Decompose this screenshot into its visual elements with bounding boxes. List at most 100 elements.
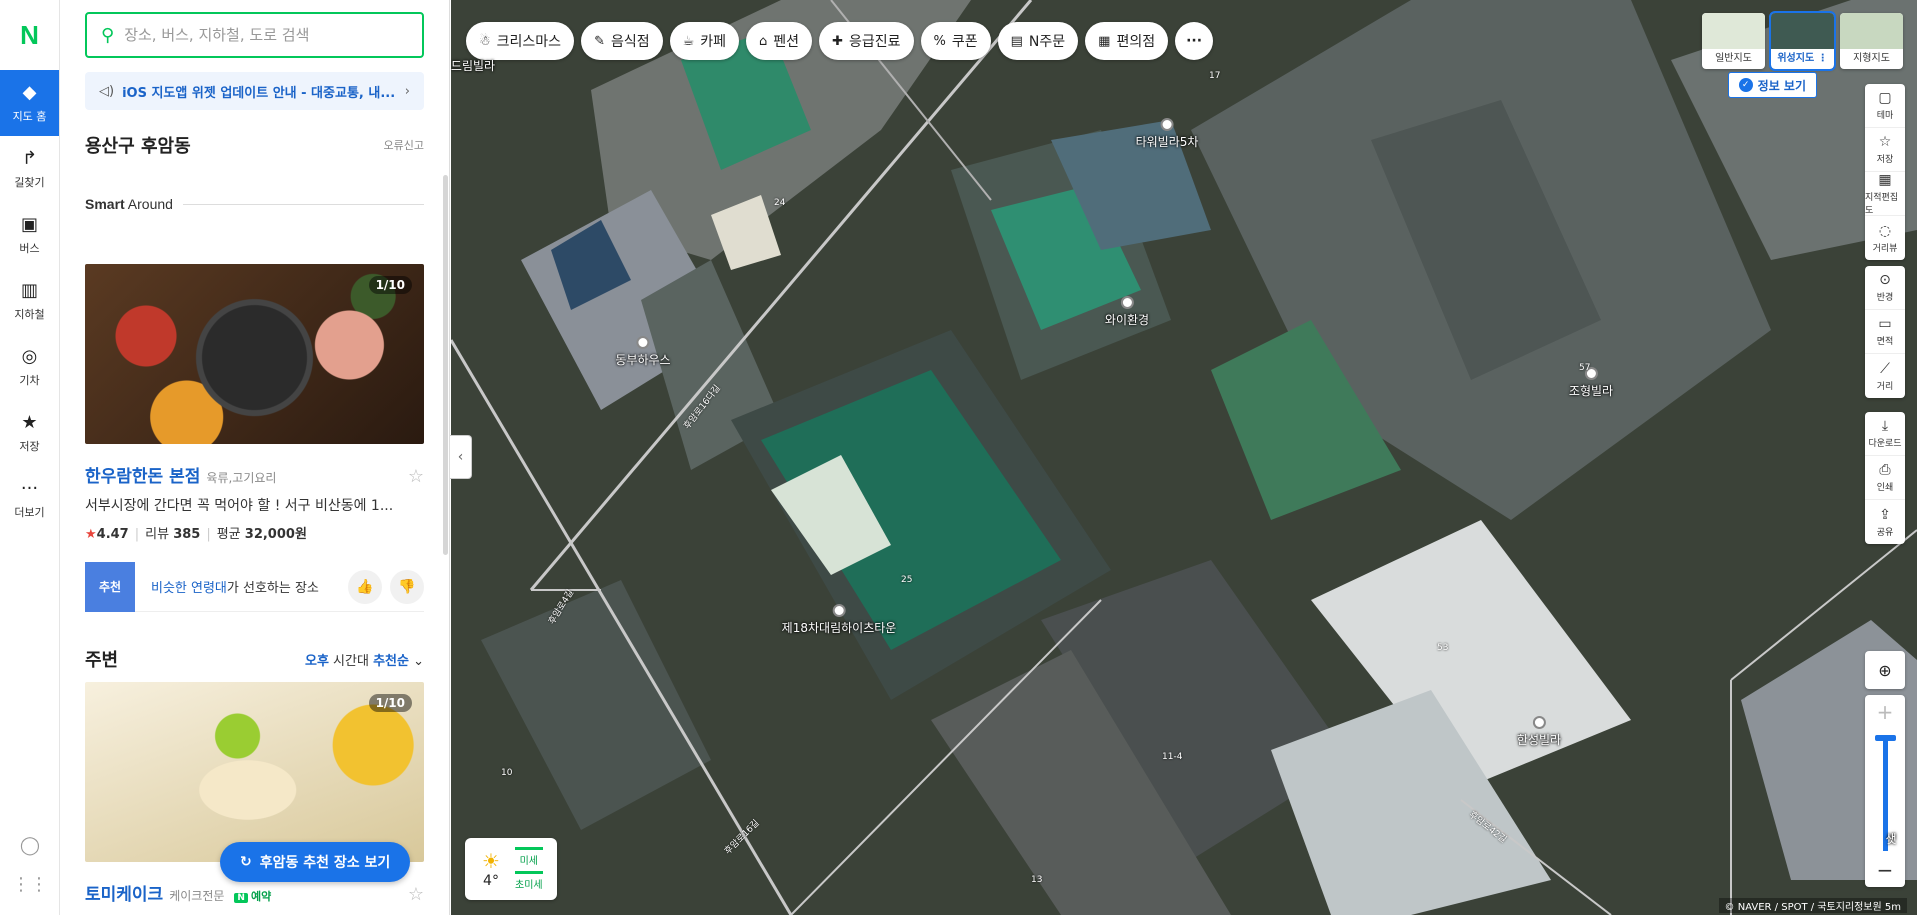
rail-item-map-home[interactable]: ◆ 지도 홈 [0,70,59,136]
map-type-terrain[interactable]: 지형지도 [1840,13,1903,69]
terrain-map-thumbnail [1840,13,1903,49]
notice-banner[interactable]: ◁) iOS 지도앱 위젯 업데이트 안내 - 대중교통, 내... › [85,72,424,110]
tool-radius[interactable]: ⊙ 반경 [1865,266,1905,310]
save-star-icon[interactable]: ☆ [408,884,424,905]
subway-icon: ▥ [20,279,38,301]
panel-scrollbar[interactable] [443,175,448,555]
thumbs-down-button[interactable]: 👎 [390,569,424,604]
place-name[interactable]: 토미케이크 [85,880,163,905]
zoom-in-button[interactable]: + [1865,695,1905,729]
show-info-toggle[interactable]: ✓ 정보 보기 [1727,72,1817,98]
building-pin-icon [1532,716,1546,729]
tool-label: 면적 [1876,337,1894,347]
map-place-label[interactable]: 동부하우스 [615,336,671,368]
chip-emergency[interactable]: ✚ 응급진료 [819,22,914,60]
place-description: 서부시장에 간다면 꼭 먹어야 할 ! 서구 비산동에 1... [85,498,394,514]
tool-share[interactable]: ⇪ 공유 [1865,500,1905,544]
search-box[interactable]: ⚲ [85,12,424,58]
rail-item-subway[interactable]: ▥ 지하철 [0,268,59,334]
chip-pension[interactable]: ⌂ 펜션 [746,22,813,60]
zoom-control: + − [1865,695,1905,887]
tool-theme[interactable]: ▢ 테마 [1865,84,1905,128]
map-type-normal[interactable]: 일반지도 [1702,13,1765,69]
map-place-label[interactable]: 타워빌라5차 [1136,118,1198,150]
chip-cafe[interactable]: ☕ 카페 [669,22,740,60]
chip-label: 크리스마스 [496,34,562,50]
tool-label: 반경 [1876,293,1894,303]
user-icon[interactable]: ◯ [20,835,40,856]
naver-logo[interactable]: N [0,0,59,70]
map-place-label[interactable]: 제18차대림하이츠타운 [782,604,896,636]
area-recommend-button[interactable]: ↻ 후암동 추천 장소 보기 [220,842,411,882]
rail-item-label: 저장 [19,439,40,453]
lot-number: 10 [501,768,513,778]
chip-christmas[interactable]: ☃ 크리스마스 [466,22,575,60]
tool-print[interactable]: ⎙ 인쇄 [1865,456,1905,500]
coupon-icon: % [933,33,946,49]
place-photo[interactable]: 1/10 [85,264,424,444]
report-error-link[interactable]: 오류신고 [384,137,424,153]
tool-label: 저장 [1876,155,1894,165]
map-place-label[interactable]: 샛 [1885,830,1896,847]
map-type-satellite[interactable]: 위성지도 ⋮ [1769,11,1836,71]
tool-distance[interactable]: ⟋ 거리 [1865,354,1905,398]
tool-label: 인쇄 [1876,483,1894,493]
time-text: 시간대 [328,653,374,669]
rating: 4.47 [96,527,129,542]
review-label: 리뷰 [145,527,170,542]
tool-cadastral[interactable]: ▦ 지적편집도 [1865,172,1905,216]
chip-coupon[interactable]: % 쿠폰 [920,22,991,60]
map-place-label[interactable]: 와이환경 [1105,296,1149,328]
satellite-map-thumbnail [1771,13,1834,49]
nearby-sort-dropdown[interactable]: 오후 시간대 추천순 ⌄ [305,650,424,669]
download-icon: ⤓ [1881,418,1889,434]
naver-booking-badge: N [234,893,248,903]
partly-cloudy-icon: ☀ [482,849,500,873]
chip-convenience[interactable]: ▦ 편의점 [1085,22,1169,60]
more-icon: ··· [20,477,39,499]
tool-save[interactable]: ☆ 저장 [1865,128,1905,172]
place-name[interactable]: 한우람한돈 본점 [85,462,200,487]
zoom-slider-handle[interactable] [1875,735,1896,741]
tool-area[interactable]: ▭ 면적 [1865,310,1905,354]
rail-item-directions[interactable]: ↱ 길찾기 [0,136,59,202]
smart-around-bold: Smart [85,196,125,212]
weather-widget[interactable]: ☀ 4° 미세 초미세 [465,838,557,900]
save-star-icon[interactable]: ☆ [408,466,424,487]
chip-more-button[interactable]: ··· [1175,22,1214,60]
map-place-name: 드림빌라 [451,59,496,73]
time-bold: 오후 [304,653,329,669]
rail-item-train[interactable]: ◎ 기차 [0,334,59,400]
area-icon: ▭ [1878,316,1892,332]
tool-label: 지적편집도 [1865,192,1899,216]
rail-item-bus[interactable]: ▣ 버스 [0,202,59,268]
map-place-label[interactable]: 조형빌라 [1569,367,1613,399]
pm10-label: 미세 [515,847,543,867]
map-place-label[interactable]: 한성빌라 [1517,716,1561,748]
thumbs-up-button[interactable]: 👍 [348,569,382,604]
tool-street-view[interactable]: ◌ 거리뷰 [1865,216,1905,260]
share-icon: ⇪ [1879,506,1891,523]
directions-icon: ↱ [21,147,38,169]
rail-item-more[interactable]: ··· 더보기 [0,466,59,532]
map-place-label[interactable]: 드림빌라 [451,57,495,74]
current-location-button[interactable]: ⊕ [1865,651,1905,689]
place-photo-2[interactable]: 1/10 [85,682,424,862]
place-title-row: 한우람한돈 본점 육류,고기요리 ☆ [85,462,424,487]
zoom-out-button[interactable]: − [1865,853,1905,887]
chip-label: 펜션 [773,34,800,50]
tool-download[interactable]: ⤓ 다운로드 [1865,412,1905,456]
map-type-label: 일반지도 [1715,53,1752,64]
search-input[interactable] [124,26,408,44]
recommend-text: 비슷한 연령대가 선호하는 장소 [151,577,340,596]
chip-label: 편의점 [1116,34,1156,50]
chip-restaurant[interactable]: ✎ 음식점 [581,22,663,60]
rail-item-saved[interactable]: ★ 저장 [0,400,59,466]
collapse-panel-button[interactable]: ‹ [450,435,472,479]
rail-item-label: 지도 홈 [12,109,47,123]
chip-n-order[interactable]: ▤ N주문 [997,22,1079,60]
satellite-map[interactable]: ☃ 크리스마스 ✎ 음식점 ☕ 카페 ⌂ 펜션 ✚ 응급진료 % 쿠폰 ▤ N주문 ▦ 편의점 … [451,0,1917,915]
chevron-right-icon: › [404,83,410,99]
map-place-name: 조형빌라 [1568,384,1614,398]
apps-grid-icon[interactable]: ⋮⋮ [12,874,48,895]
